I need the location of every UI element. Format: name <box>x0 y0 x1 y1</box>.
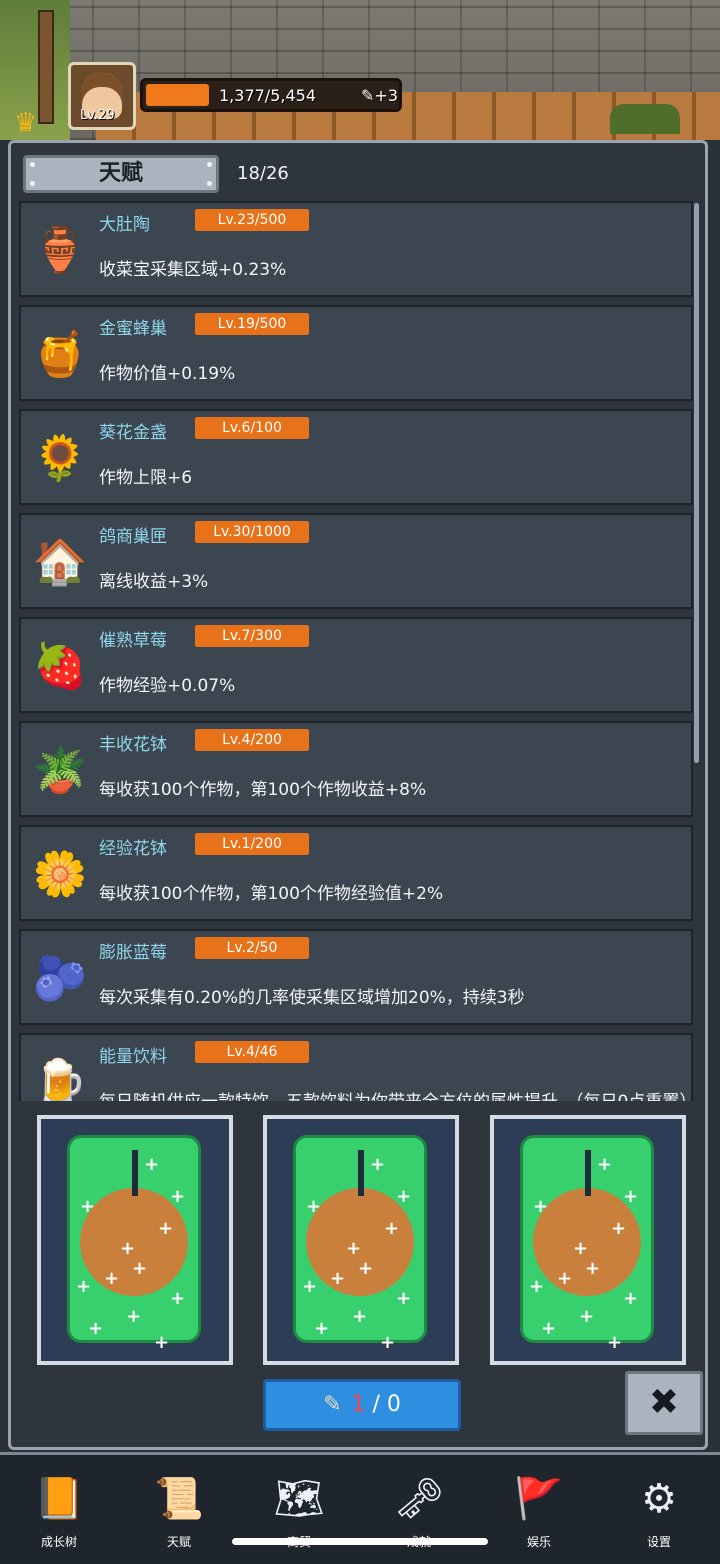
xp-bonus: ✎+3 <box>361 86 398 105</box>
talent-level-badge: Lv.19/500 <box>195 313 309 335</box>
talent-name: 大肚陶 <box>99 215 150 235</box>
talent-name: 金蜜蜂巢 <box>99 319 167 339</box>
xp-text: 1,377/5,454 <box>219 86 316 105</box>
talent-level-badge: Lv.4/46 <box>195 1041 309 1063</box>
scroll-icon: 📜 <box>154 1476 204 1522</box>
talent-name: 丰收花钵 <box>99 735 167 755</box>
card-art: + + + + + + + + + + + + <box>67 1135 201 1352</box>
talent-description: 每日随机供应一款特饮，五款饮料为你带来全方位的属性提升。（每日0点重置） <box>99 1089 696 1101</box>
talent-name: 鸽商巢匣 <box>99 527 167 547</box>
talent-name: 膨胀蓝莓 <box>99 943 167 963</box>
nav-label: 天赋 <box>166 1535 191 1549</box>
home-indicator <box>232 1538 488 1545</box>
talent-row[interactable]: 🍓 催熟草莓 Lv.7/300 作物经验+0.07% <box>19 617 693 713</box>
scroll-icon: ✎ <box>323 1392 342 1417</box>
talent-description: 每收获100个作物，第100个作物收益+8% <box>99 780 427 800</box>
nav-item[interactable]: 🗺商贸 <box>254 1469 344 1559</box>
strawberry-icon: 🍓 <box>32 641 88 692</box>
talent-list[interactable]: 🏺 大肚陶 Lv.23/500 收菜宝采集区域+0.23% 🍯 金蜜蜂巢 Lv.19/500… <box>19 201 697 1101</box>
talent-name: 经验花钵 <box>99 839 167 859</box>
talent-level-badge: Lv.30/1000 <box>195 521 309 543</box>
talent-row[interactable]: 🏺 大肚陶 Lv.23/500 收菜宝采集区域+0.23% <box>19 201 693 297</box>
talent-description: 每收获100个作物，第100个作物经验值+2% <box>99 884 444 904</box>
talent-row[interactable]: 🪴 丰收花钵 Lv.4/200 每收获100个作物，第100个作物收益+8% <box>19 721 693 817</box>
nav-item[interactable]: 🚩 娱乐 <box>494 1469 584 1559</box>
card-row: + + + + + + + + + + + + + + + + + + + + + + + + + + + + + + + + + + + + <box>37 1115 697 1367</box>
sunflower-icon: 🌻 <box>32 433 88 484</box>
nav-item[interactable]: ⚙ 设置 <box>614 1469 704 1559</box>
flowerpot-bloom-icon: 🌼 <box>32 849 88 900</box>
nav-item[interactable]: 🗝成就 <box>374 1469 464 1559</box>
jug-icon: 🏺 <box>32 225 88 276</box>
talent-level-badge: Lv.4/200 <box>195 729 309 751</box>
nav-label: 成长树 <box>40 1535 77 1549</box>
honeycomb-icon: 🍯 <box>32 329 88 380</box>
talent-level-badge: Lv.2/50 <box>195 937 309 959</box>
birdhouse-icon: 🏠 <box>32 537 88 588</box>
player-level: Lv.29 <box>80 108 115 123</box>
talent-level-badge: Lv.1/200 <box>195 833 309 855</box>
crown-icon: ♛ <box>14 108 38 138</box>
scrollbar[interactable] <box>694 203 699 763</box>
nav-item[interactable]: 📙 成长树 <box>14 1469 104 1559</box>
panel-title: 天赋 <box>23 155 219 193</box>
key-icon: 🗝 <box>393 1476 445 1522</box>
talent-description: 每次采集有0.20%的几率使采集区域增加20%，持续3秒 <box>99 988 525 1008</box>
talent-level-badge: Lv.23/500 <box>195 209 309 231</box>
talent-row[interactable]: 🍯 金蜜蜂巢 Lv.19/500 作物价值+0.19% <box>19 305 693 401</box>
talent-card[interactable]: + + + + + + + + + + + + <box>263 1115 459 1365</box>
xp-bar-fill <box>146 84 209 106</box>
talent-description: 作物经验+0.07% <box>99 676 236 696</box>
talent-row[interactable]: 🌼 经验花钵 Lv.1/200 每收获100个作物，第100个作物经验值+2% <box>19 825 693 921</box>
nav-label: 娱乐 <box>526 1535 551 1549</box>
talent-card[interactable]: + + + + + + + + + + + + <box>490 1115 686 1365</box>
talent-row[interactable]: 🏠 鸽商巢匣 Lv.30/1000 离线收益+3% <box>19 513 693 609</box>
talent-description: 收菜宝采集区域+0.23% <box>99 260 287 280</box>
talent-count: 18/26 <box>237 163 289 184</box>
talent-description: 作物上限+6 <box>99 468 193 488</box>
talent-card[interactable]: + + + + + + + + + + + + <box>37 1115 233 1365</box>
talent-description: 离线收益+3% <box>99 572 209 592</box>
talent-level-badge: Lv.7/300 <box>195 625 309 647</box>
flowerpot-icon: 🪴 <box>32 745 88 796</box>
drink-icon: 🍺 <box>32 1057 88 1101</box>
talent-level-badge: Lv.6/100 <box>195 417 309 439</box>
nav-label: 设置 <box>646 1535 671 1549</box>
talent-row[interactable]: 🫐 膨胀蓝莓 Lv.2/50 每次采集有0.20%的几率使采集区域增加20%，持续3秒 <box>19 929 693 1025</box>
talent-name: 能量饮料 <box>99 1047 167 1067</box>
book-icon: 📙 <box>34 1476 84 1522</box>
card-art: + + + + + + + + + + + + <box>520 1135 654 1352</box>
scroll-icon: ✎ <box>361 86 375 105</box>
close-button[interactable]: ✖ <box>625 1371 703 1435</box>
talent-name: 催熟草莓 <box>99 631 167 651</box>
draw-button[interactable]: ✎ 1 / 0 <box>263 1379 461 1431</box>
xp-bar: 1,377/5,454 ✎+3 <box>140 78 402 112</box>
wooden-post <box>38 10 54 124</box>
card-art: + + + + + + + + + + + + <box>293 1135 427 1352</box>
talent-panel: 天赋 18/26 🏺 大肚陶 Lv.23/500 收菜宝采集区域+0.23% 🍯 金蜜蜂巢… <box>8 140 708 1450</box>
blueberry-icon: 🫐 <box>32 953 88 1004</box>
talent-row[interactable]: 🍺 能量饮料 Lv.4/46 每日随机供应一款特饮，五款饮料为你带来全方位的属性提升。… <box>19 1033 696 1101</box>
nav-item[interactable]: 📜 天赋 <box>134 1469 224 1559</box>
talent-name: 葵花金盏 <box>99 423 167 443</box>
bush <box>610 104 680 134</box>
bottom-nav: 📙 成长树 📜 天赋 🗺商贸 🗝成就 🚩 娱乐 ⚙ 设置 <box>0 1452 720 1564</box>
flag-icon: 🚩 <box>514 1476 564 1522</box>
gear-icon: ⚙ <box>641 1476 677 1522</box>
talent-description: 作物价值+0.19% <box>99 364 236 384</box>
talent-row[interactable]: 🌻 葵花金盏 Lv.6/100 作物上限+6 <box>19 409 693 505</box>
game-scene-header: ♛ Lv.29 1,377/5,454 ✎+3 <box>0 0 720 140</box>
map-icon: 🗺 <box>273 1476 325 1522</box>
